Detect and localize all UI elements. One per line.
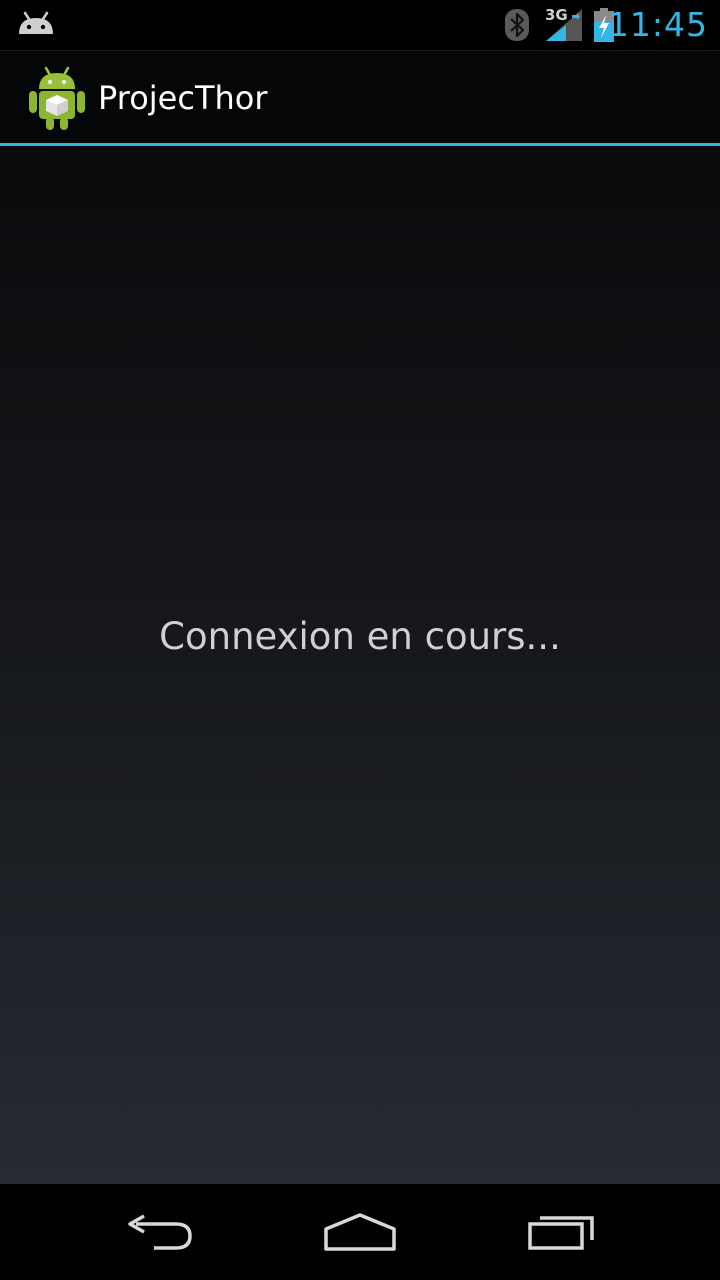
bluetooth-icon (505, 9, 529, 41)
app-title: ProjecThor (98, 79, 268, 117)
signal-icon (546, 9, 582, 41)
recent-apps-icon (528, 1216, 594, 1250)
android-app-icon[interactable] (26, 65, 88, 131)
main-content: Connexion en cours... (0, 146, 720, 1184)
back-button[interactable] (100, 1202, 220, 1262)
navigation-bar (0, 1184, 720, 1280)
home-icon (324, 1213, 396, 1251)
home-button[interactable] (300, 1202, 420, 1262)
action-bar: ProjecThor (0, 50, 720, 143)
status-bar: 3G 11:45 (0, 0, 720, 50)
screen: 3G 11:45 ProjecThor Connexion en cours..… (0, 0, 720, 1280)
android-notification-icon (19, 11, 53, 34)
back-icon (128, 1214, 192, 1250)
recent-apps-button[interactable] (502, 1202, 622, 1262)
status-clock: 11:45 (607, 5, 708, 44)
connection-status-message: Connexion en cours... (159, 615, 561, 658)
